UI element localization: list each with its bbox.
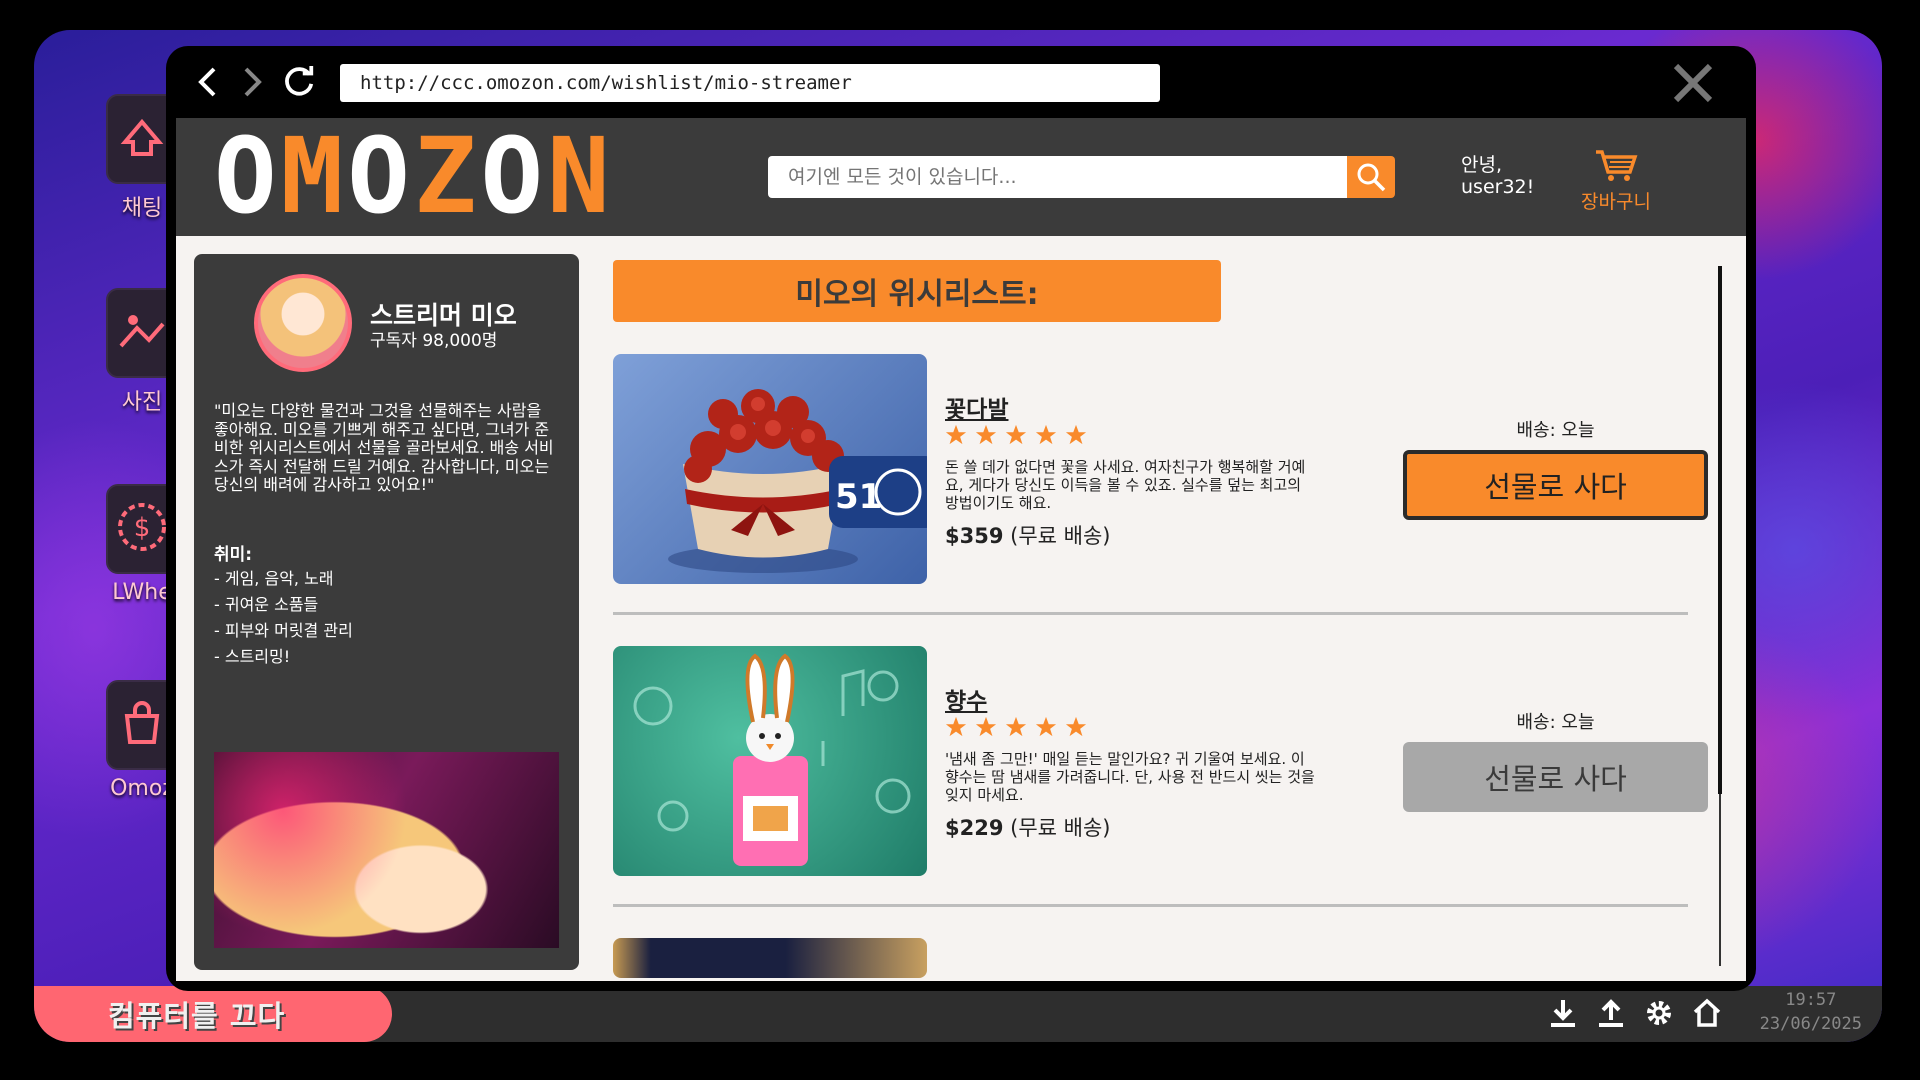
user-greeting[interactable]: 안녕, user32!: [1461, 154, 1534, 198]
reload-button[interactable]: [282, 64, 316, 100]
item-name[interactable]: 꽃다발: [945, 390, 1008, 424]
item-rating: [945, 716, 1087, 738]
shipping-note: (무료 배송): [1010, 524, 1111, 548]
delivery-info: 배송: 오늘: [1516, 712, 1595, 733]
item-price: $229 (무료 배송): [945, 812, 1110, 842]
site-header: O M O Z O N 안녕, user32! 장바구니: [176, 118, 1746, 236]
search-input[interactable]: [768, 156, 1347, 198]
item-rating: [945, 424, 1087, 446]
chevron-left-icon: [198, 67, 216, 97]
item-image-partial[interactable]: [613, 938, 927, 978]
delivery-info: 배송: 오늘: [1516, 420, 1595, 441]
item-divider: [613, 904, 1688, 907]
star-icon: [1005, 716, 1027, 737]
gear-icon[interactable]: [1644, 996, 1674, 1030]
svg-text:$: $: [134, 513, 151, 543]
wishlist-item: 향수 '냄새 좀 그만!' 매일 듣는 말인가요? 귀 기울여 보세요. 이 향…: [613, 646, 1708, 878]
item-name[interactable]: 향수: [945, 682, 987, 716]
upload-icon[interactable]: [1596, 996, 1626, 1030]
wishlist-title: 미오의 위시리스트:: [613, 260, 1221, 322]
wishlist-item: 51 꽃다발 돈 쓸 데가 없다면 꽃을 사세요. 여자친구가 행복해할 거예요…: [613, 354, 1708, 586]
url-bar[interactable]: http://ccc.omozon.com/wishlist/mio-strea…: [340, 64, 1160, 102]
hobby-item: - 귀여운 소품들: [214, 595, 319, 614]
taskbar: 컴퓨터를 끄다 19:57 23/06/2025: [34, 986, 1882, 1042]
item-description: 돈 쓸 데가 없다면 꽃을 사세요. 여자친구가 행복해할 거예요, 게다가 당…: [945, 458, 1306, 512]
logo-letter: O: [480, 118, 544, 237]
close-icon: [1673, 63, 1713, 103]
hobby-item: - 스트리밍!: [214, 647, 291, 666]
close-window-button[interactable]: [1672, 62, 1714, 104]
download-icon[interactable]: [1548, 996, 1578, 1030]
streamer-profile: 스트리머 미오 구독자 98,000명 "미오는 다양한 물건과 그것을 선물해…: [194, 254, 579, 970]
cart-button[interactable]: 장바구니: [1576, 148, 1656, 214]
item-price: $359 (무료 배송): [945, 520, 1110, 550]
scrollbar-thumb[interactable]: [1718, 266, 1722, 794]
star-icon: [1005, 424, 1027, 445]
hobby-item: - 게임, 음악, 노래: [214, 569, 334, 588]
shutdown-label: 컴퓨터를 끄다: [108, 999, 286, 1033]
photo-icon: [117, 306, 167, 360]
clock-time: 19:57: [1785, 990, 1837, 1010]
search-icon: [1357, 163, 1386, 192]
casino-chip-icon: $: [115, 500, 169, 558]
clock-date: 23/06/2025: [1759, 1014, 1862, 1034]
subscriber-count: 구독자 98,000명: [370, 331, 498, 351]
cart-label: 장바구니: [1581, 191, 1651, 213]
taskbar-icons: [1548, 996, 1722, 1030]
shutdown-button[interactable]: 컴퓨터를 끄다: [34, 986, 392, 1042]
item-image-perfume[interactable]: [613, 646, 927, 876]
search-bar: [768, 156, 1395, 198]
streamer-image: [214, 752, 559, 948]
avatar: [254, 274, 352, 372]
star-icon: [975, 424, 997, 445]
cart-icon: [1596, 150, 1638, 181]
hobbies-title: 취미:: [214, 545, 253, 565]
forward-button[interactable]: [236, 64, 270, 100]
omozon-logo[interactable]: O M O Z O N: [214, 118, 610, 237]
browser-toolbar: http://ccc.omozon.com/wishlist/mio-strea…: [176, 46, 1746, 118]
item-divider: [613, 612, 1688, 615]
shipping-note: (무료 배송): [1010, 816, 1111, 840]
star-icon: [945, 424, 967, 445]
home-icon[interactable]: [1692, 996, 1722, 1030]
star-icon: [1065, 424, 1087, 445]
greeting-line: 안녕,: [1461, 154, 1502, 176]
price-value: $359: [945, 524, 1004, 548]
browser-window: http://ccc.omozon.com/wishlist/mio-strea…: [166, 46, 1756, 991]
star-icon: [1035, 424, 1057, 445]
search-button[interactable]: [1347, 156, 1395, 198]
star-icon: [1065, 716, 1087, 737]
system-clock: 19:57 23/06/2025: [1760, 990, 1862, 1034]
shopping-bag-icon: [117, 698, 167, 752]
item-image-bouquet[interactable]: 51: [613, 354, 927, 584]
price-value: $229: [945, 816, 1004, 840]
buy-as-gift-button[interactable]: 선물로 사다: [1403, 742, 1708, 812]
star-icon: [975, 716, 997, 737]
hobbies-list: - 게임, 음악, 노래 - 귀여운 소품들 - 피부와 머릿결 관리 - 스트…: [214, 566, 353, 670]
hobby-item: - 피부와 머릿결 관리: [214, 621, 353, 640]
star-icon: [945, 716, 967, 737]
logo-letter: M: [280, 118, 344, 237]
greeting-username: user32!: [1461, 176, 1535, 198]
logo-letter: Z: [413, 118, 477, 237]
logo-letter: O: [347, 118, 410, 237]
web-page: O M O Z O N 안녕, user32! 장바구니: [176, 118, 1746, 981]
item-description: '냄새 좀 그만!' 매일 듣는 말인가요? 귀 기울여 보세요. 이 향수는 …: [945, 750, 1315, 804]
logo-letter: N: [547, 118, 610, 237]
star-icon: [1035, 716, 1057, 737]
chevron-right-icon: [244, 67, 262, 97]
profile-quote: "미오는 다양한 물건과 그것을 선물해주는 사람을 좋아해요. 미오를 기쁘게…: [214, 401, 554, 494]
chat-icon: [117, 112, 167, 166]
wishlist-item: [613, 938, 1688, 978]
logo-letter: O: [214, 118, 277, 237]
reload-icon: [285, 65, 314, 96]
page-scrollbar[interactable]: [1718, 266, 1722, 966]
back-button[interactable]: [190, 64, 224, 100]
buy-as-gift-button[interactable]: 선물로 사다: [1403, 450, 1708, 520]
